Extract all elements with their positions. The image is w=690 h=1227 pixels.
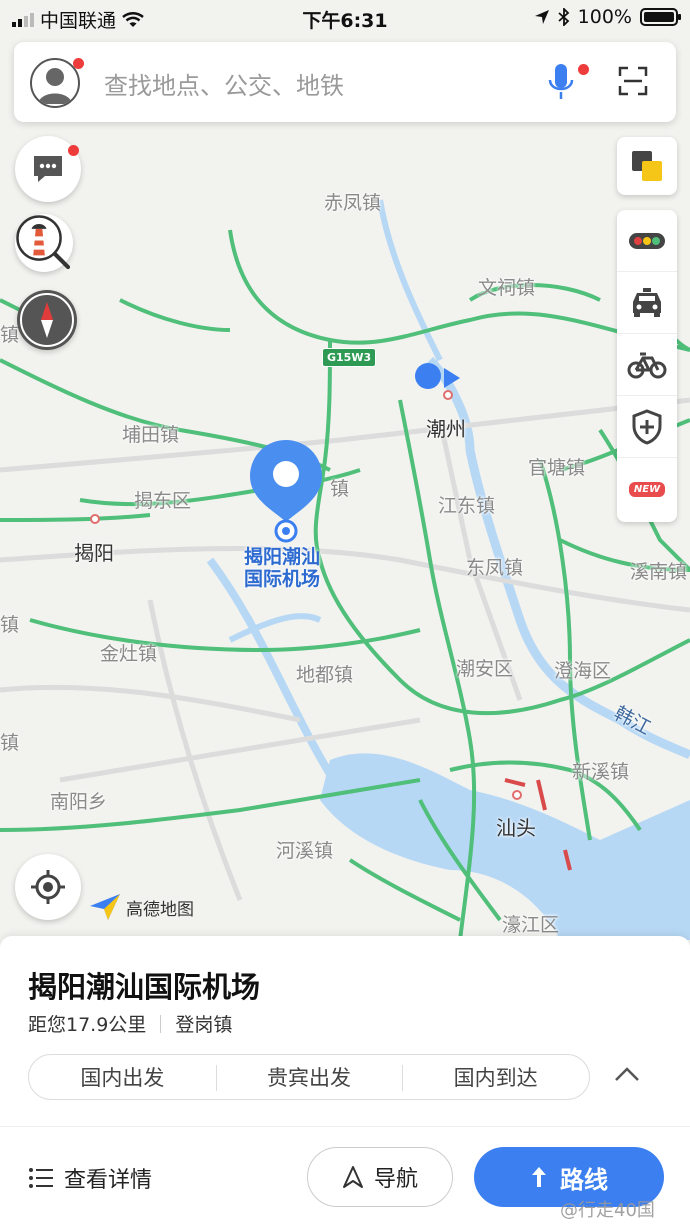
bluetooth-icon — [558, 8, 569, 26]
map-place-label: 赤凤镇 — [324, 192, 382, 214]
map-place-label: 地都镇 — [296, 664, 354, 686]
destination-pin — [250, 440, 322, 543]
shield-plus-icon — [632, 408, 662, 445]
place-detail-sheet: 揭阳潮汕国际机场 距您17.9公里 登岗镇 国内出发 贵宾出发 国内到达 查看详… — [0, 936, 690, 1227]
battery-percent: 100% — [577, 6, 632, 28]
map-place-label: 濠江区 — [502, 914, 560, 936]
layers-icon — [632, 151, 662, 181]
map-place-label: 金灶镇 — [100, 643, 158, 665]
navigation-arrow-icon — [342, 1166, 363, 1188]
map-place-label: 揭东区 — [134, 490, 192, 512]
mic-button[interactable] — [547, 62, 575, 106]
amap-logo-icon — [90, 894, 120, 920]
place-title: 揭阳潮汕国际机场 — [28, 970, 261, 1004]
location-arrow-icon — [534, 10, 549, 24]
bicycle-icon — [627, 352, 667, 378]
route-label: 路线 — [560, 1165, 608, 1194]
taxi-icon — [633, 287, 661, 317]
map-place-label: 官塘镇 — [528, 457, 586, 479]
layers-button[interactable] — [617, 137, 677, 195]
safety-button[interactable] — [617, 396, 677, 458]
map-place-label: 镇 — [330, 478, 350, 500]
user-icon — [38, 68, 72, 104]
status-bar: 中国联通 下午6:31 100% — [0, 0, 690, 36]
scan-button[interactable] — [618, 66, 648, 100]
chat-icon — [34, 156, 62, 182]
search-bar[interactable]: 查找地点、公交、地铁 — [14, 42, 676, 122]
place-area: 登岗镇 — [175, 1014, 233, 1036]
map-place-label: 镇 — [0, 614, 20, 636]
map-place-label: 潮安区 — [456, 658, 514, 680]
terminal-tabs: 国内出发 贵宾出发 国内到达 — [28, 1054, 590, 1100]
place-distance: 距您17.9公里 — [28, 1014, 147, 1036]
tab-domestic-departure[interactable]: 国内出发 — [29, 1055, 216, 1099]
map-toolbar: NEW — [617, 210, 677, 522]
city-dot — [90, 514, 100, 524]
map-place-label: 镇 — [0, 324, 20, 346]
lighthouse-search-icon — [16, 215, 71, 270]
crosshair-icon — [31, 870, 65, 904]
map-city-label: 汕头 — [496, 816, 536, 840]
meta-divider — [160, 1014, 162, 1033]
highway-shield: G15W3 — [322, 348, 377, 367]
traffic-light-icon — [629, 232, 665, 249]
map-place-label: 埔田镇 — [122, 424, 180, 446]
route-arrow-icon — [532, 1167, 546, 1187]
map-city-label: 潮州 — [426, 417, 466, 441]
map-place-label: 南阳乡 — [50, 791, 108, 813]
new-feature-button[interactable]: NEW — [617, 458, 677, 520]
explore-button[interactable] — [15, 214, 73, 272]
tab-vip-departure[interactable]: 贵宾出发 — [215, 1055, 403, 1099]
map-place-label: 溪南镇 — [630, 561, 688, 583]
navigate-label: 导航 — [373, 1167, 418, 1192]
traffic-button[interactable] — [617, 210, 677, 272]
amap-logo-text: 高德地图 — [126, 899, 194, 920]
view-details-button[interactable]: 查看详情 — [28, 1162, 152, 1194]
map-place-label: 澄海区 — [554, 660, 612, 682]
place-meta: 距您17.9公里 登岗镇 — [28, 1010, 232, 1037]
notification-dot — [578, 64, 589, 75]
search-input[interactable]: 查找地点、公交、地铁 — [104, 66, 344, 101]
city-dot — [443, 390, 453, 400]
destination-label-line1: 揭阳潮汕 — [244, 546, 321, 568]
amap-logo: 高德地图 — [88, 892, 194, 922]
navigate-button[interactable]: 导航 — [307, 1147, 453, 1207]
taxi-button[interactable] — [617, 272, 677, 334]
compass-icon — [20, 293, 74, 347]
expand-button[interactable] — [614, 1066, 640, 1086]
tab-domestic-arrival[interactable]: 国内到达 — [402, 1055, 589, 1099]
battery-icon — [640, 8, 681, 26]
new-badge: NEW — [628, 481, 666, 497]
city-dot — [512, 790, 522, 800]
view-details-label: 查看详情 — [64, 1168, 153, 1193]
map-place-label: 东凤镇 — [466, 557, 524, 579]
destination-label[interactable]: 揭阳潮汕 国际机场 — [244, 546, 320, 590]
locate-button[interactable] — [15, 854, 81, 920]
scan-icon — [618, 66, 648, 96]
microphone-icon — [548, 64, 574, 99]
sheet-divider — [0, 1126, 690, 1127]
chevron-up-icon — [615, 1067, 639, 1081]
map-place-label: 江东镇 — [438, 495, 496, 517]
notification-dot — [68, 145, 79, 156]
map-place-label: 新溪镇 — [572, 761, 630, 783]
map-city-label: 揭阳 — [74, 541, 114, 565]
map-canvas[interactable]: G15W3 赤凤镇 文祠镇 潮州 埔田镇 揭东区 镇 官塘镇 江东镇 揭阳 东凤… — [0, 0, 690, 940]
notification-dot — [73, 58, 84, 69]
map-place-label: 镇 — [0, 732, 20, 754]
bike-button[interactable] — [617, 334, 677, 396]
map-place-label: 河溪镇 — [276, 840, 334, 862]
list-icon — [29, 1168, 53, 1188]
map-place-label: 文祠镇 — [478, 277, 536, 299]
watermark: @行走40国 — [560, 1200, 655, 1221]
destination-label-line2: 国际机场 — [244, 568, 321, 590]
compass-button[interactable] — [17, 290, 77, 350]
